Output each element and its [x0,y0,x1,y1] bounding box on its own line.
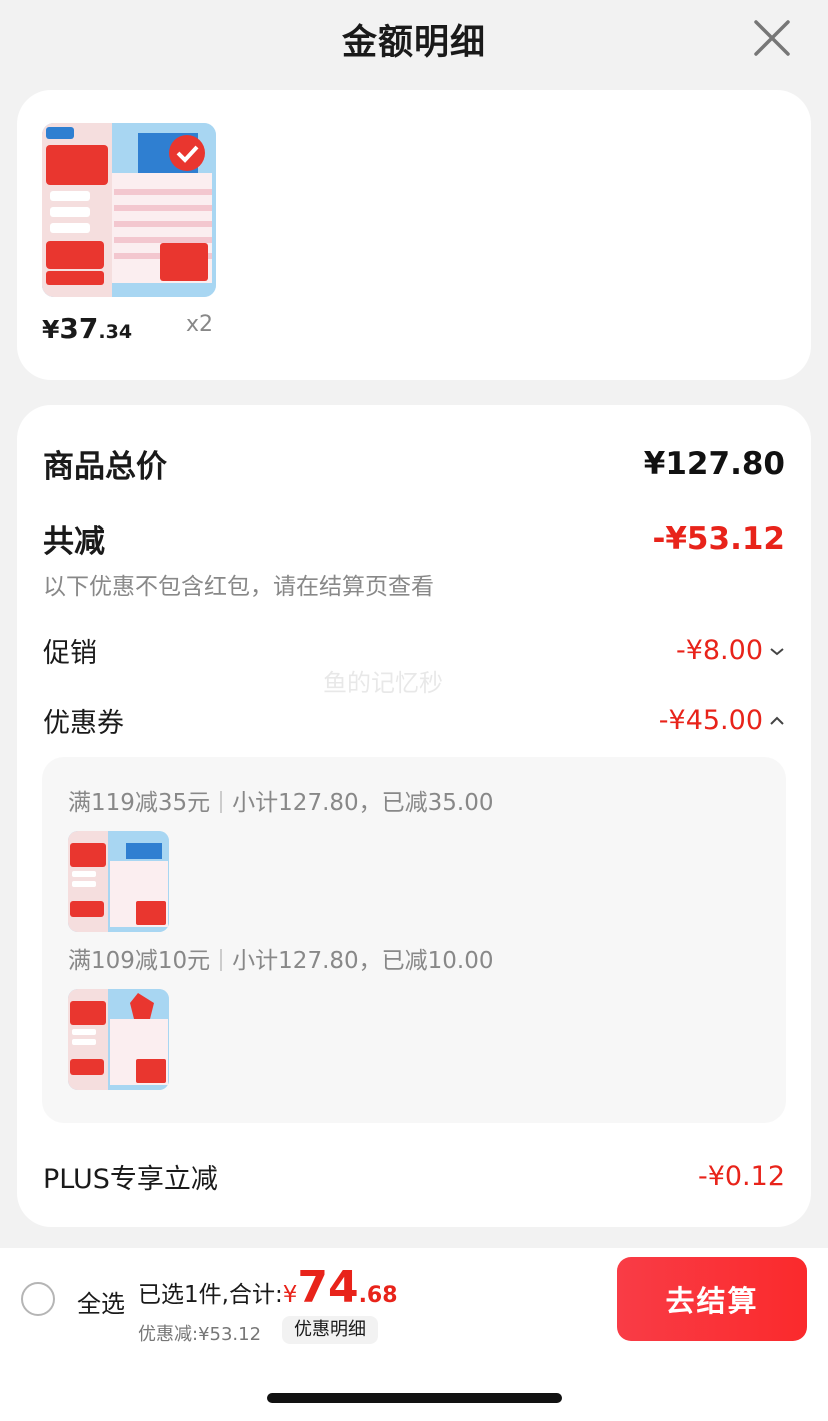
discount-detail-button[interactable]: 优惠明细 [282,1316,378,1344]
coupon-item-2-image[interactable] [68,989,169,1090]
total-dec: .68 [358,1283,398,1308]
selected-count-text: 已选1件,合计: [138,1282,283,1308]
total-currency: ¥ [282,1282,298,1308]
coupon-rule: 满119减35元 [68,790,211,816]
coupon-detail-panel: 满119减35元 小计127.80，已减35.00 满109减10元 小计127.8… [42,757,786,1123]
coupon-subtotal: 小计127.80，已减35.00 [232,790,494,816]
chevron-up-icon[interactable] [769,713,785,729]
chevron-down-icon[interactable] [769,643,785,659]
product-image[interactable] [42,123,216,297]
select-all-checkbox[interactable] [21,1282,55,1316]
coupon-item-2-text: 满109减10元 小计127.80，已减10.00 [68,941,494,975]
promotion-label: 促销 [43,638,97,669]
selected-total: 已选1件,合计:¥74.68 [138,1262,398,1313]
goods-total-value: ¥127.80 [643,445,785,482]
product-card: ¥37.34 x2 [17,90,811,380]
goods-total-row: 商品总价 ¥127.80 [43,441,785,486]
home-indicator[interactable] [267,1393,562,1403]
product-price-int: 37 [59,312,99,345]
coupon-rule: 满109减10元 [68,948,211,974]
product-quantity: x2 [186,312,214,337]
product-price-dec: .34 [98,321,133,343]
promotion-value: -¥8.00 [675,635,763,666]
plus-discount-label: PLUS专享立减 [43,1164,218,1195]
product-currency: ¥ [42,315,60,344]
promotion-amount: -¥8.00 [676,635,785,666]
total-reduce-row: 共减 -¥53.12 [43,516,785,561]
coupon-item-1-image[interactable] [68,831,169,932]
product-price: ¥37.34 [42,312,132,345]
discount-note: 以下优惠不包含红包，请在结算页查看 [43,574,434,600]
total-int: 74 [297,1262,359,1313]
coupon-item-1-text: 满119减35元 小计127.80，已减35.00 [68,783,494,817]
watermark: 鱼的记忆秒 [323,669,443,697]
select-all-label[interactable]: 全选 [77,1284,125,1319]
coupon-row[interactable]: 优惠券 -¥45.00 [43,701,785,740]
plus-discount-row: PLUS专享立减 -¥0.12 [43,1157,785,1196]
amount-detail-card: 商品总价 ¥127.80 共减 -¥53.12 以下优惠不包含红包，请在结算页查… [17,405,811,1227]
total-reduce-value: -¥53.12 [652,520,786,557]
discount-summary: 优惠减:¥53.12 [138,1324,262,1345]
coupon-value: -¥45.00 [658,705,763,736]
divider [220,791,223,813]
header: 金额明细 [0,0,828,80]
plus-discount-value: -¥0.12 [697,1161,785,1192]
close-icon[interactable] [752,18,792,58]
divider [220,949,223,971]
coupon-subtotal: 小计127.80，已减10.00 [232,948,494,974]
page-title: 金额明细 [341,23,486,63]
home-indicator-area [0,1348,828,1421]
coupon-label: 优惠券 [43,708,124,739]
checkout-bar: 全选 已选1件,合计:¥74.68 优惠减:¥53.12 优惠明细 去结算 [0,1248,828,1348]
checkout-button[interactable]: 去结算 [617,1257,807,1341]
total-reduce-label: 共减 [43,524,105,560]
coupon-amount: -¥45.00 [659,705,785,736]
goods-total-label: 商品总价 [43,449,167,485]
